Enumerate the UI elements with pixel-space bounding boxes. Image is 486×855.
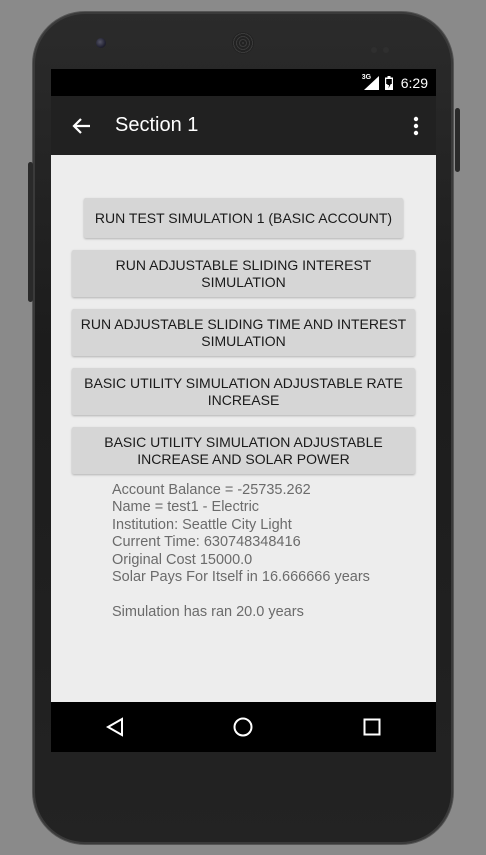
utility-rate-increase-button[interactable]: BASIC UTILITY SIMULATION ADJUSTABLE RATE…: [72, 368, 415, 415]
signal-icon: 3G: [361, 73, 379, 90]
front-camera: [96, 38, 106, 48]
output-line: Simulation has ran 20.0 years: [112, 603, 304, 620]
screen: 3G 6:29 Section 1 RUN TEST SIMULATION 1 …: [51, 69, 436, 752]
nav-recents-icon: [363, 718, 381, 736]
network-type-label: 3G: [361, 73, 372, 81]
nav-home-button[interactable]: [213, 702, 273, 752]
run-sliding-interest-button[interactable]: RUN ADJUSTABLE SLIDING INTEREST SIMULATI…: [72, 250, 415, 297]
app-bar: Section 1: [51, 96, 436, 155]
power-button: [455, 108, 460, 172]
more-vertical-icon: [413, 116, 419, 135]
status-time: 6:29: [400, 74, 428, 91]
run-test-simulation-button[interactable]: RUN TEST SIMULATION 1 (BASIC ACCOUNT): [84, 198, 403, 238]
run-sliding-time-interest-button[interactable]: RUN ADJUSTABLE SLIDING TIME AND INTEREST…: [72, 309, 415, 356]
proximity-sensors: [371, 40, 395, 53]
status-bar: 3G 6:29: [51, 69, 436, 96]
arrow-left-icon: [72, 117, 90, 134]
nav-back-button[interactable]: [85, 702, 145, 752]
nav-home-icon: [233, 717, 253, 737]
page-title: Section 1: [115, 114, 199, 136]
output-line: Current Time: 630748348416: [112, 534, 301, 551]
battery-icon: [384, 75, 393, 90]
volume-button: [28, 162, 33, 302]
output-line: Account Balance = -25735.262: [112, 482, 311, 498]
output-line: Name = test1 - Electric: [112, 499, 260, 516]
utility-solar-power-button[interactable]: BASIC UTILITY SIMULATION ADJUSTABLE INCR…: [72, 427, 415, 474]
navigation-bar: [51, 702, 436, 752]
earpiece-speaker: [232, 32, 254, 54]
nav-back-icon: [106, 717, 124, 737]
simulation-output: Account Balance = -25735.262 Name = test…: [112, 482, 370, 621]
output-line: Solar Pays For Itself in 16.666666 years: [112, 569, 370, 586]
output-line: Original Cost 15000.0: [112, 551, 253, 568]
output-line: Institution: Seattle City Light: [112, 516, 292, 533]
back-button[interactable]: [51, 96, 111, 155]
content-area: RUN TEST SIMULATION 1 (BASIC ACCOUNT) RU…: [51, 155, 436, 702]
overflow-menu-button[interactable]: [396, 96, 436, 155]
nav-recents-button[interactable]: [342, 702, 402, 752]
